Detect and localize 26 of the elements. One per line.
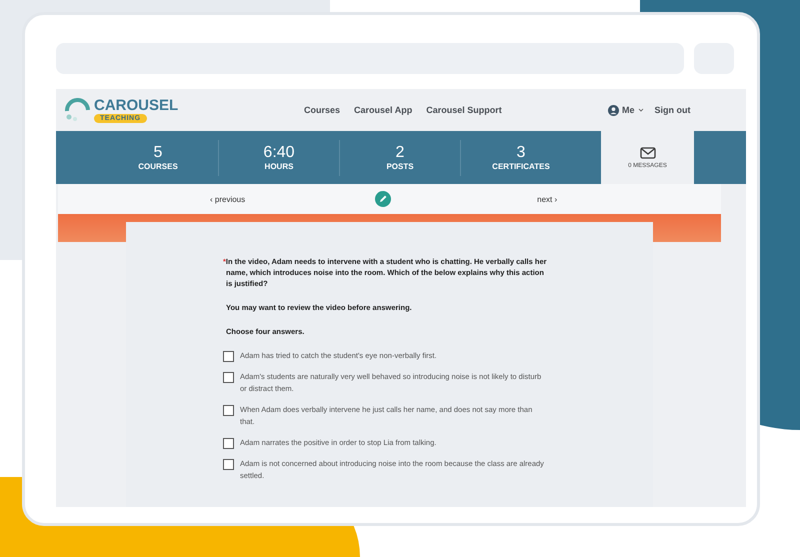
checkbox[interactable] bbox=[223, 372, 234, 383]
envelope-icon bbox=[640, 146, 656, 158]
nav-link[interactable]: Carousel App bbox=[354, 105, 412, 115]
checkbox[interactable] bbox=[223, 351, 234, 362]
stat-label: COURSES bbox=[138, 162, 178, 171]
next-link[interactable]: next › bbox=[537, 194, 558, 204]
nav-link[interactable]: Courses bbox=[304, 105, 340, 115]
stat-value: 6:40 bbox=[263, 144, 295, 162]
checkbox[interactable] bbox=[223, 438, 234, 449]
stat-value: 5 bbox=[154, 144, 162, 162]
stat-value: 3 bbox=[516, 144, 526, 162]
user-menu[interactable]: Me bbox=[608, 104, 644, 116]
stat-value: 2 bbox=[396, 144, 404, 162]
logo-wordmark: CAROUSEL bbox=[94, 98, 178, 114]
user-icon bbox=[608, 104, 619, 116]
stat-label: CERTIFICATES bbox=[492, 162, 550, 171]
nav-link[interactable]: Carousel Support bbox=[426, 105, 502, 115]
logo-icon bbox=[64, 98, 92, 122]
pencil-icon[interactable] bbox=[375, 191, 392, 207]
sign-out-link[interactable]: Sign out bbox=[654, 105, 691, 115]
stat-label: POSTS bbox=[386, 162, 414, 171]
stat-label: HOURS bbox=[264, 162, 294, 171]
previous-link[interactable]: ‹ previous bbox=[210, 194, 246, 204]
caret-icon bbox=[638, 108, 644, 112]
checkbox[interactable] bbox=[223, 459, 234, 470]
checkbox[interactable] bbox=[223, 405, 234, 416]
